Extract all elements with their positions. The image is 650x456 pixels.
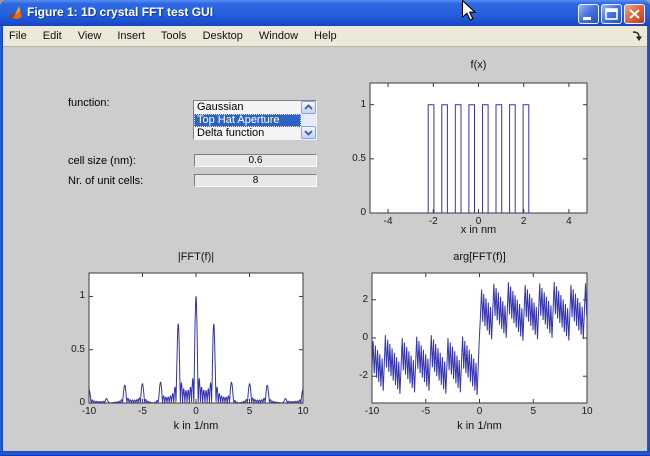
listbox-option-gaussian[interactable]: Gaussian xyxy=(194,101,301,114)
close-icon xyxy=(626,6,643,22)
chart-title-fft-mag: |FFT(f)| xyxy=(89,251,303,263)
unit-cells-input[interactable] xyxy=(194,174,317,187)
tick-label: 5 xyxy=(518,406,548,417)
window-border-bottom xyxy=(0,451,650,456)
tick-label: 10 xyxy=(572,406,602,417)
tick-label: 0 xyxy=(181,406,211,417)
menu-item-window[interactable]: Window xyxy=(251,28,306,44)
tick-label: -2 xyxy=(418,216,448,227)
window-buttons xyxy=(578,4,645,24)
menu-item-file[interactable]: File xyxy=(1,28,35,44)
tick-label: 10 xyxy=(288,406,318,417)
chart-xlabel-fft-mag: k in 1/nm xyxy=(89,420,303,432)
scroll-down-button[interactable] xyxy=(301,126,316,139)
function-listbox[interactable]: Gaussian Top Hat Aperture Delta function xyxy=(193,100,317,140)
function-label: function: xyxy=(68,97,110,109)
chevron-down-icon xyxy=(304,129,313,136)
window-title: Figure 1: 1D crystal FFT test GUI xyxy=(27,5,213,19)
scroll-up-button[interactable] xyxy=(301,101,316,114)
scrollbar-track[interactable] xyxy=(301,114,316,126)
tick-label: 0 xyxy=(464,216,494,227)
figure-window: Figure 1: 1D crystal FFT test GUI File E… xyxy=(0,0,650,456)
titlebar[interactable]: Figure 1: 1D crystal FFT test GUI xyxy=(0,0,650,26)
tick-label: 0 xyxy=(465,406,495,417)
listbox-option-delta-function[interactable]: Delta function xyxy=(194,127,301,140)
tick-label: 1 xyxy=(51,290,85,301)
close-button[interactable] xyxy=(624,4,645,24)
tick-label: 0 xyxy=(332,207,366,218)
unit-cells-label: Nr. of unit cells: xyxy=(68,175,143,187)
tick-label: -5 xyxy=(411,406,441,417)
minimize-icon xyxy=(580,6,597,22)
chart-xlabel-fft-phase: k in 1/nm xyxy=(372,420,587,432)
menu-item-insert[interactable]: Insert xyxy=(109,28,153,44)
menu-item-help[interactable]: Help xyxy=(306,28,345,44)
tick-label: -4 xyxy=(373,216,403,227)
menubar: File Edit View Insert Tools Desktop Wind… xyxy=(1,26,649,47)
tick-label: -10 xyxy=(357,406,387,417)
listbox-options: Gaussian Top Hat Aperture Delta function xyxy=(194,101,301,139)
tick-label: -5 xyxy=(128,406,158,417)
cell-size-label: cell size (nm): xyxy=(68,155,136,167)
listbox-option-top-hat-aperture[interactable]: Top Hat Aperture xyxy=(194,114,301,127)
menu-item-desktop[interactable]: Desktop xyxy=(195,28,251,44)
tick-label: -2 xyxy=(334,370,368,381)
menu-item-edit[interactable]: Edit xyxy=(35,28,70,44)
tick-label: 0 xyxy=(51,397,85,408)
menu-item-view[interactable]: View xyxy=(70,28,110,44)
tick-label: 0 xyxy=(334,332,368,343)
chart-title-fft-phase: arg[FFT(f)] xyxy=(372,251,587,263)
maximize-button[interactable] xyxy=(601,4,622,24)
tick-label: 2 xyxy=(334,294,368,305)
maximize-icon xyxy=(603,6,620,22)
menu-item-tools[interactable]: Tools xyxy=(153,28,195,44)
tick-label: 2 xyxy=(509,216,539,227)
tick-label: 1 xyxy=(332,99,366,110)
tick-label: 5 xyxy=(235,406,265,417)
tick-label: 0.5 xyxy=(332,153,366,164)
chevron-up-icon xyxy=(304,104,313,111)
matlab-icon xyxy=(7,5,23,21)
mouse-cursor xyxy=(461,0,477,27)
listbox-scrollbar[interactable] xyxy=(301,101,316,139)
tick-label: 0.5 xyxy=(51,344,85,355)
minimize-button[interactable] xyxy=(578,4,599,24)
window-border-left xyxy=(0,26,3,456)
chart-title-fx: f(x) xyxy=(370,59,587,71)
tick-label: 4 xyxy=(554,216,584,227)
dock-figure-icon[interactable] xyxy=(630,30,643,43)
cell-size-input[interactable] xyxy=(194,154,317,167)
